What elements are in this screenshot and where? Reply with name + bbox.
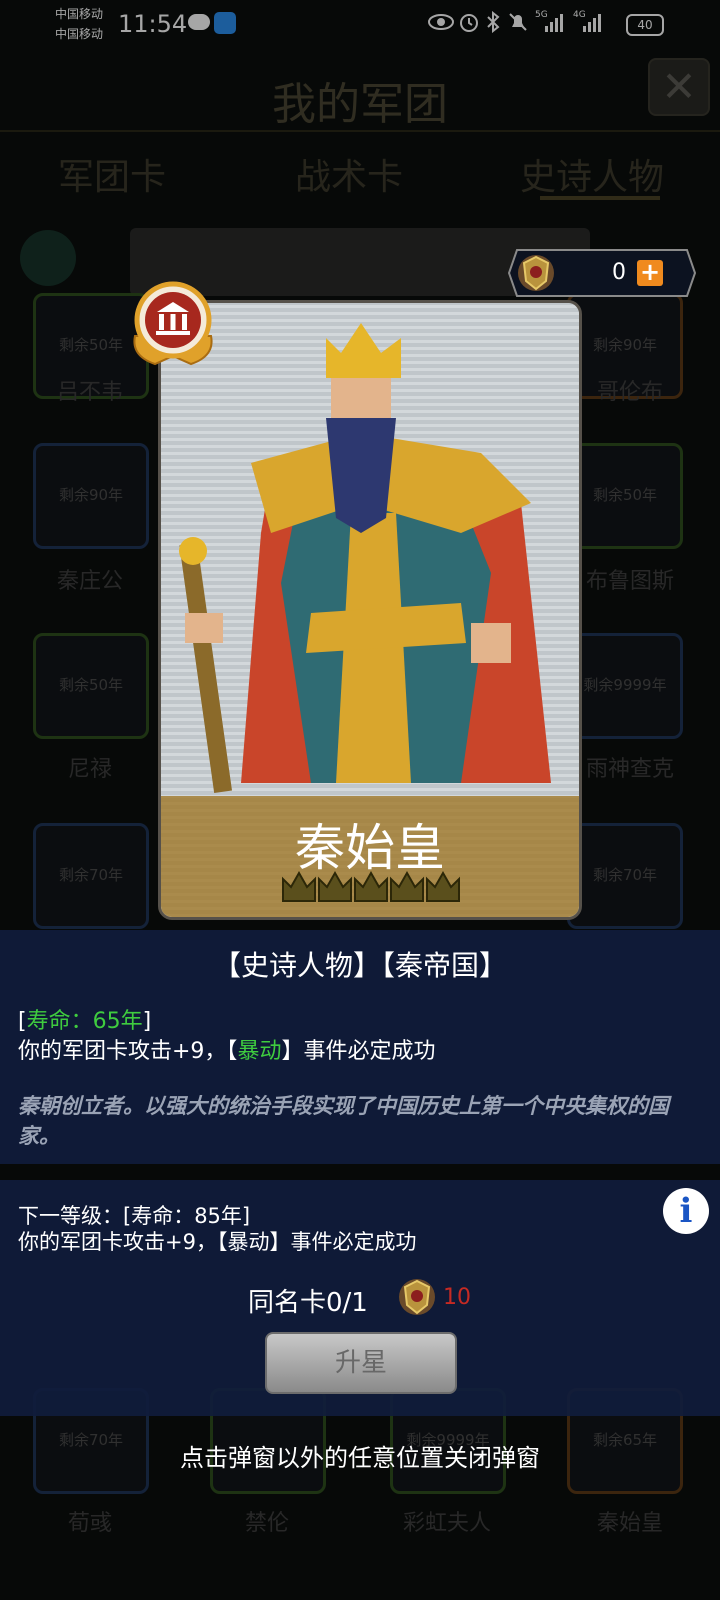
currency-widget	[507, 249, 697, 297]
info-icon[interactable]: i	[663, 1188, 709, 1234]
upgrade-star-button[interactable]: 升星	[265, 1332, 457, 1394]
rarity-badge-icon	[133, 281, 213, 366]
hero-tags: 【史诗人物】【秦帝国】	[212, 949, 507, 982]
next-level-effect: 你的军团卡攻击+9，【暴动】事件必定成功	[18, 1230, 417, 1254]
emperor-portrait	[179, 323, 551, 793]
effect-line: 你的军团卡攻击+9，【暴动】事件必定成功	[18, 1033, 435, 1065]
star-crowns	[282, 870, 460, 902]
add-currency-button[interactable]: +	[637, 260, 663, 286]
duplicate-card-count: 同名卡0/1	[248, 1288, 368, 1318]
lifespan-value: 寿命：65年	[26, 1009, 143, 1034]
hero-card: 秦始皇	[158, 300, 582, 920]
lifespan-line: [寿命：65年]	[18, 1003, 151, 1035]
close-hint: 点击弹窗以外的任意位置关闭弹窗	[180, 1444, 540, 1472]
bracket: ]	[142, 1009, 152, 1034]
effect-keyword: 暴动	[237, 1039, 282, 1064]
effect-suffix: 】事件必定成功	[281, 1039, 436, 1064]
currency-value: 0	[612, 260, 626, 285]
bracket: [	[18, 1009, 27, 1034]
medal-icon	[399, 1279, 435, 1315]
effect-prefix: 你的军团卡攻击+9，【	[18, 1039, 238, 1064]
lore-text: 秦朝创立者。以强大的统治手段实现了中国历史上第一个中央集权的国家。	[18, 1094, 669, 1148]
upgrade-cost: 10	[443, 1285, 471, 1310]
